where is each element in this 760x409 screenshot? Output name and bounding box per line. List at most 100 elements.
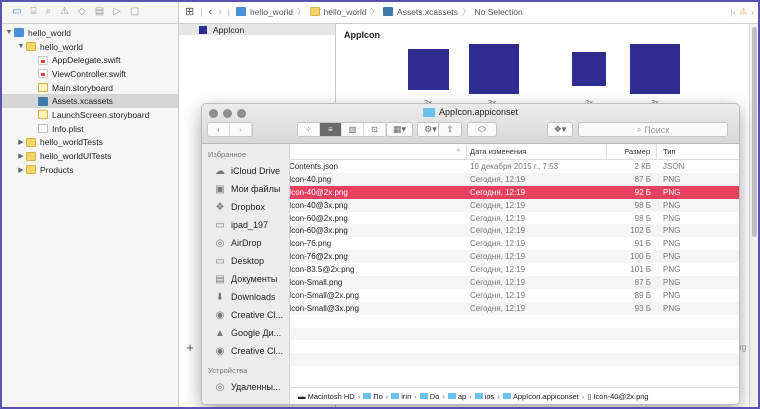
column-name[interactable]: ^ xyxy=(290,144,467,159)
dropbox-icon[interactable]: ❖▾ xyxy=(547,122,573,137)
arrange-button[interactable]: ▦▾ xyxy=(386,122,413,137)
file-row[interactable]: Icon-Small.png Сегодня, 12:19 87 Б PNG xyxy=(290,276,739,289)
path-item[interactable]: AppIcon.appiconset xyxy=(502,392,579,401)
sidebar-item[interactable]: ▣ Мои файлы xyxy=(202,180,289,198)
test-icon[interactable]: ◇ xyxy=(78,6,86,17)
file-row[interactable]: Icon-Small@3x.png Сегодня, 12:19 93 Б PNG xyxy=(290,301,739,315)
tree-item[interactable]: Main.storyboard xyxy=(0,81,178,95)
next-issue-button[interactable]: › xyxy=(751,7,754,17)
file-row[interactable]: Contents.json 10 декабря 2015 г., 7:53 2 К… xyxy=(290,160,739,173)
warning-icon[interactable]: ⚠ xyxy=(60,6,69,17)
tree-item[interactable]: LaunchScreen.storyboard xyxy=(0,108,178,122)
breadcrumb-item[interactable]: No Selection xyxy=(474,7,522,17)
tree-item[interactable]: Info.plist xyxy=(0,122,178,136)
breakpoint-icon[interactable]: ▷ xyxy=(113,6,121,17)
tree-item[interactable]: ▶ hello_worldTests xyxy=(0,136,178,150)
list-view-button[interactable]: ≡ xyxy=(320,123,342,136)
warning-icon[interactable]: ⚠ xyxy=(740,6,748,17)
file-row[interactable]: Icon-76.png Сегодня, 12:19 91 Б PNG xyxy=(290,237,739,250)
tree-item[interactable]: ▼ hello_world xyxy=(0,40,178,54)
sidebar-item-icon: ❖ xyxy=(215,201,225,213)
file-row[interactable]: Icon-60@2x.png Сегодня, 12:19 98 Б PNG xyxy=(290,212,739,225)
path-item[interactable]: ios xyxy=(474,392,494,401)
path-item[interactable]: По xyxy=(363,392,383,401)
breadcrumb-item[interactable]: hello_world xyxy=(250,7,293,17)
folder-icon xyxy=(26,137,36,147)
tree-item[interactable]: AppDelegate.swift xyxy=(0,53,178,67)
forward-button[interactable]: › xyxy=(218,6,222,18)
search-icon[interactable]: ⌕ xyxy=(45,6,51,17)
sidebar-item[interactable]: ▤ Документы xyxy=(202,270,289,288)
report-icon[interactable]: ▢ xyxy=(130,6,139,17)
column-type[interactable]: Тип xyxy=(657,144,676,159)
sidebar-item[interactable]: ◎ AirDrop xyxy=(202,234,289,252)
tree-item[interactable]: Assets.xcassets xyxy=(0,94,178,109)
sidebar-item[interactable]: ▲ Google Ди... xyxy=(202,324,289,342)
empty-row xyxy=(290,340,739,353)
file-size: 89 Б xyxy=(634,290,651,300)
editor-scrollbar[interactable] xyxy=(749,24,758,409)
coverflow-view-button[interactable]: ⊡ xyxy=(364,123,386,136)
file-row[interactable]: Icon-83.5@2x.png Сегодня, 12:19 101 Б PNG xyxy=(290,263,739,276)
tree-item[interactable]: ViewController.swift xyxy=(0,67,178,81)
path-item[interactable]: ▬ Macintosh HD xyxy=(298,392,355,401)
sidebar-item[interactable]: ⬇ Downloads xyxy=(202,288,289,306)
icon-slot-3x[interactable] xyxy=(469,44,519,94)
search-input[interactable]: ⌕ Поиск xyxy=(578,122,728,137)
forward-button[interactable]: › xyxy=(230,123,252,136)
file-name: Icon-60@3x.png xyxy=(290,226,348,236)
disclosure-triangle[interactable]: ▼ xyxy=(16,43,26,50)
sidebar-item[interactable]: ◉ Creative Cl... xyxy=(202,306,289,324)
sidebar-item[interactable]: ◉ Creative Cl... xyxy=(202,342,289,360)
file-row[interactable]: Icon-Small@2x.png Сегодня, 12:19 89 Б PNG xyxy=(290,289,739,302)
file-row[interactable]: Icon-40@2x.png Сегодня, 12:19 92 Б PNG xyxy=(290,185,739,199)
sidebar-item[interactable]: ☁ iCloud Drive xyxy=(202,162,289,180)
disclosure-triangle[interactable]: ▶ xyxy=(16,166,26,174)
file-size: 100 Б xyxy=(630,252,651,262)
add-button[interactable]: + xyxy=(179,340,201,355)
share-icon[interactable]: ⇧ xyxy=(438,122,462,137)
breadcrumb-item[interactable]: hello_world xyxy=(324,7,367,17)
tag-icon[interactable]: ⬭ xyxy=(467,122,497,137)
breadcrumb-item[interactable]: Assets.xcassets xyxy=(397,7,458,17)
file-size: 87 Б xyxy=(634,277,651,287)
debug-icon[interactable]: ▤ xyxy=(95,6,104,17)
column-size[interactable]: Размер xyxy=(607,144,657,159)
back-button[interactable]: ‹ xyxy=(208,123,230,136)
folder-icon[interactable]: ▭ xyxy=(12,6,21,17)
asset-item-appicon[interactable]: AppIcon xyxy=(179,24,335,35)
grid-icon[interactable]: ⊞ xyxy=(185,5,194,18)
icon-view-button[interactable]: ⁘ xyxy=(298,123,320,136)
file-row[interactable]: Icon-40@3x.png Сегодня, 12:19 98 Б PNG xyxy=(290,198,739,212)
file-row[interactable]: Icon-76@2x.png Сегодня, 12:19 100 Б PNG xyxy=(290,250,739,264)
previous-issue-button[interactable]: |‹ xyxy=(730,7,735,17)
disclosure-triangle[interactable]: ▶ xyxy=(16,138,26,146)
tree-item[interactable]: ▶ hello_worldUITests xyxy=(0,149,178,163)
path-item[interactable]: Do xyxy=(419,392,439,401)
path-item[interactable]: irin xyxy=(391,392,411,401)
disclosure-triangle[interactable]: ▶ xyxy=(16,152,26,160)
sidebar-item[interactable]: ❖ Dropbox xyxy=(202,198,289,216)
tree-item[interactable]: ▼ hello_world xyxy=(0,26,178,40)
folder-icon xyxy=(422,107,435,117)
sidebar-item-icon: ⬇ xyxy=(215,291,225,303)
back-button[interactable]: ‹ xyxy=(208,6,212,18)
icon-slot-2x[interactable] xyxy=(408,49,449,90)
file-type: PNG xyxy=(663,213,681,223)
xcassets-icon xyxy=(38,96,48,106)
hierarchy-icon[interactable]: ⌸ xyxy=(30,6,36,17)
path-item[interactable]: ap xyxy=(447,392,466,401)
path-item[interactable]: ▯ Icon-40@2x.png xyxy=(587,392,648,401)
sidebar-item[interactable]: ◎ Удаленны... xyxy=(202,378,289,396)
icon-slot-3x[interactable] xyxy=(630,44,680,94)
icon-slot-2x[interactable] xyxy=(572,52,606,86)
tree-item[interactable]: ▶ Products xyxy=(0,163,178,177)
column-view-button[interactable]: ▥ xyxy=(342,123,364,136)
sidebar-item[interactable]: ▭ ipad_197 xyxy=(202,216,289,234)
sidebar-item[interactable]: ▭ Desktop xyxy=(202,252,289,270)
column-date[interactable]: Дата изменения xyxy=(467,144,607,159)
disclosure-triangle[interactable]: ▼ xyxy=(4,29,14,36)
file-row[interactable]: Icon-40.png Сегодня, 12:19 87 Б PNG xyxy=(290,172,739,186)
file-name: Contents.json xyxy=(290,161,338,171)
file-row[interactable]: Icon-60@3x.png Сегодня, 12:19 102 Б PNG xyxy=(290,224,739,238)
